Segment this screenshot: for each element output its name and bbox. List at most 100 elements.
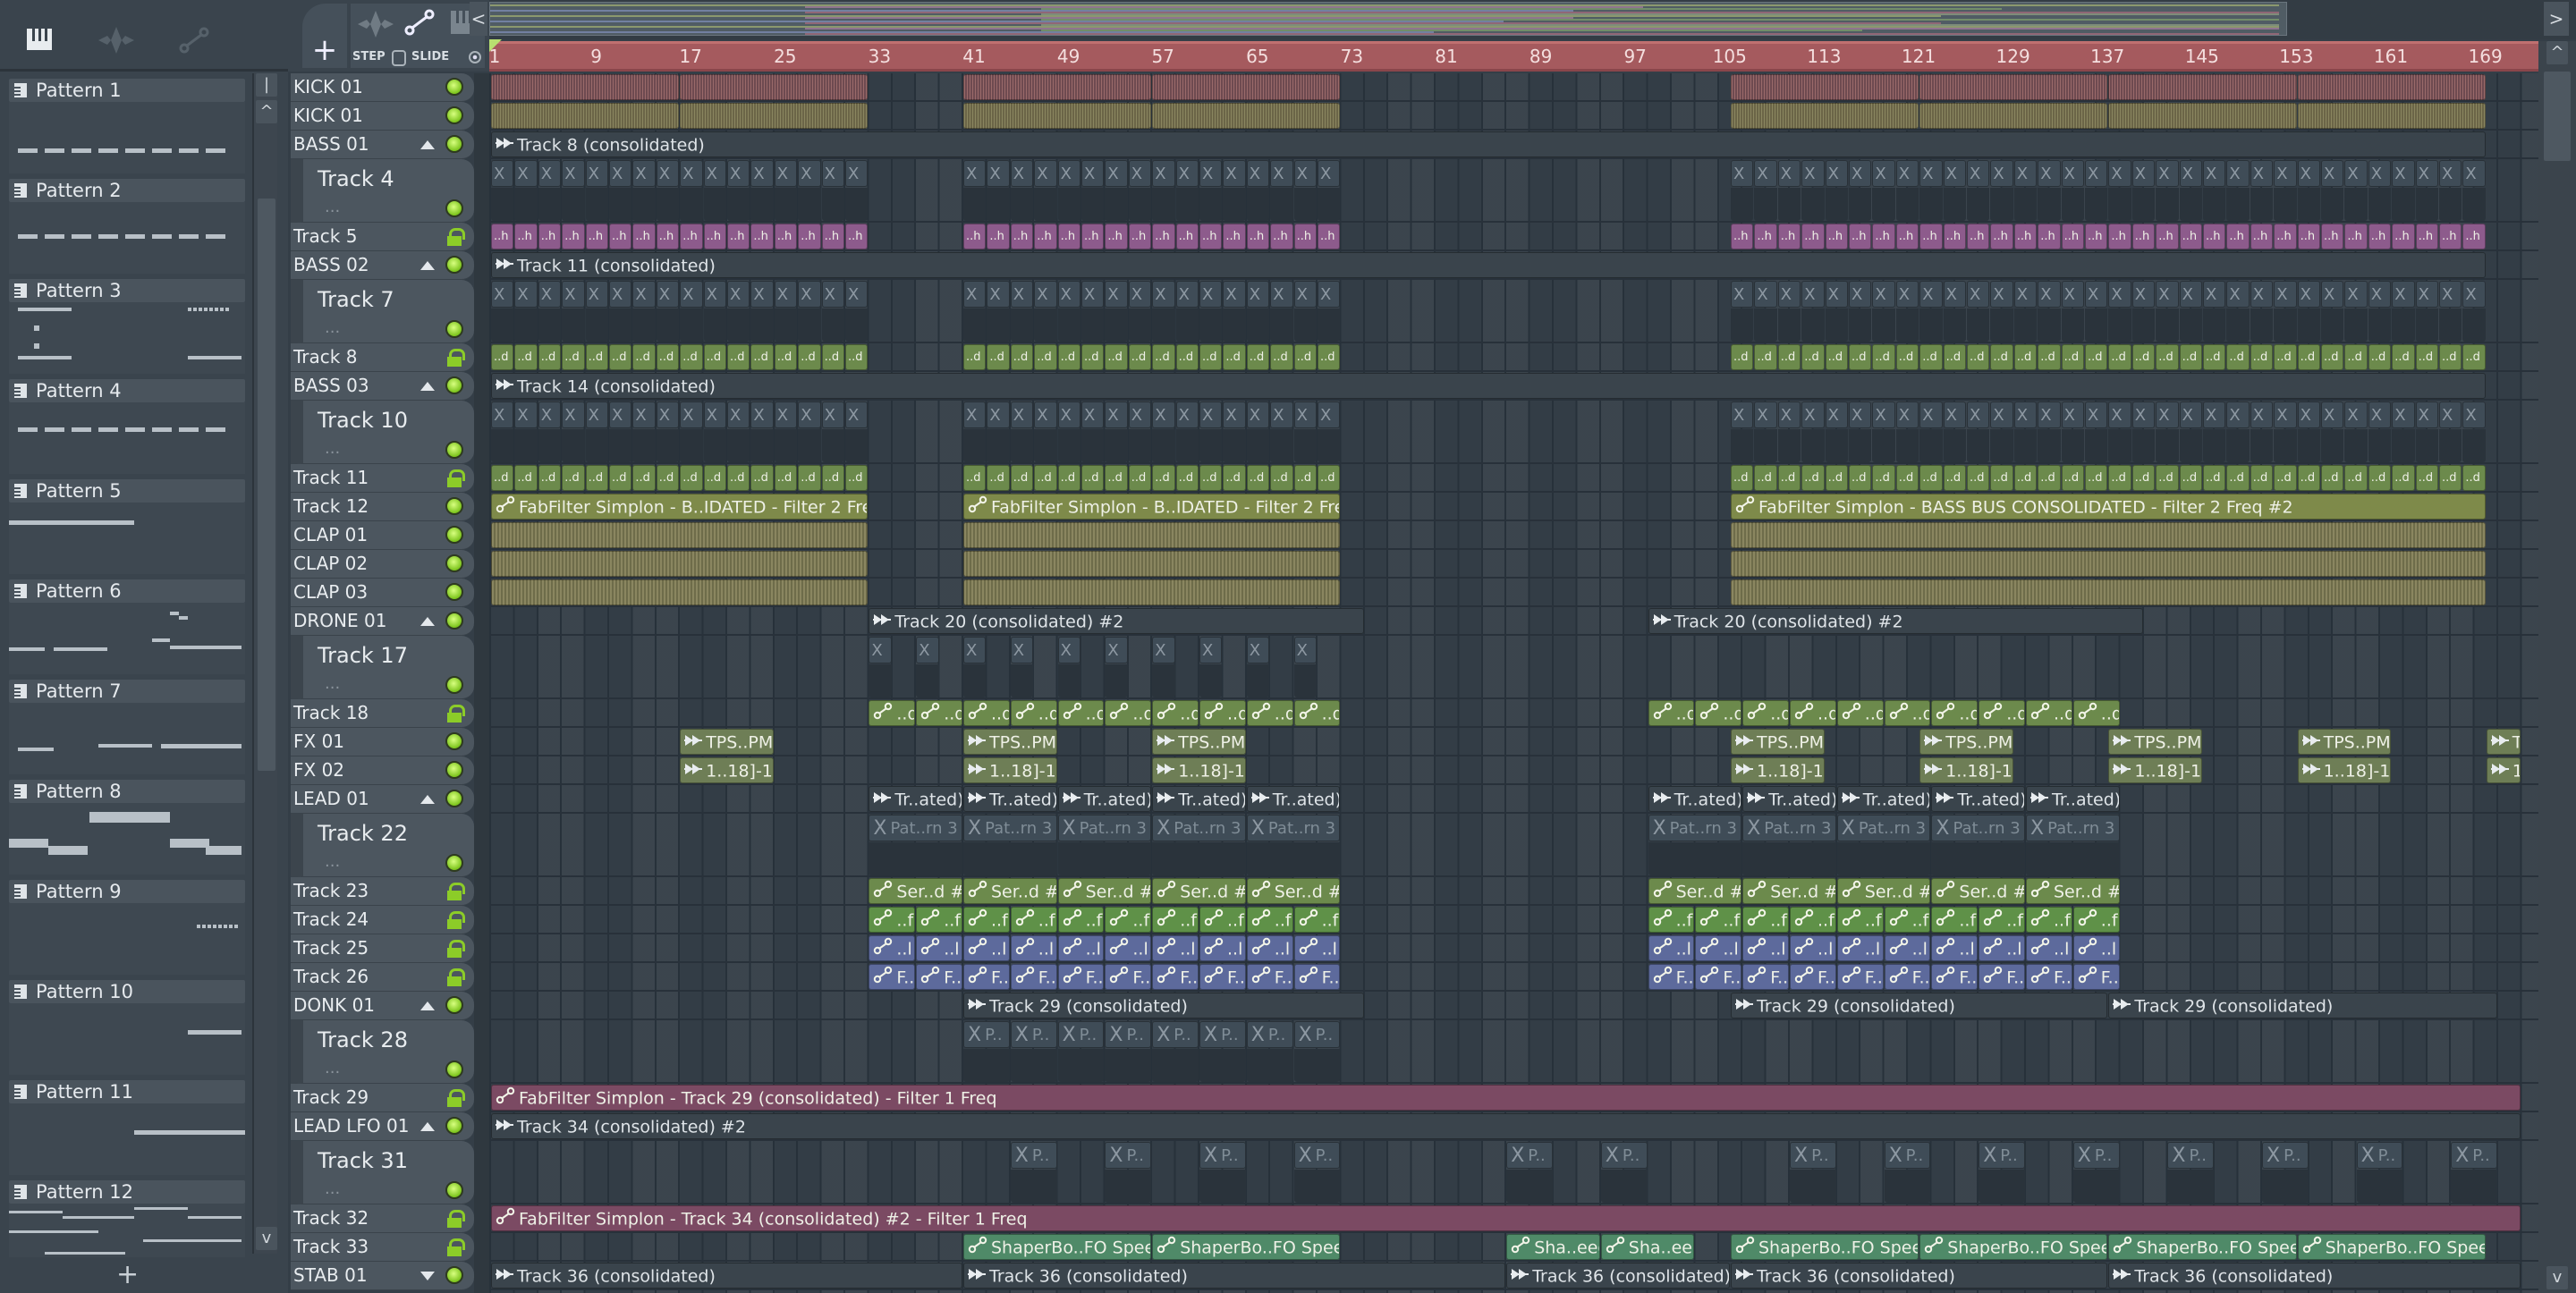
- automation-clip[interactable]: ..d: [1943, 465, 1966, 491]
- pattern-item[interactable]: Pattern 9: [5, 876, 249, 976]
- pattern-clip[interactable]: X: [1010, 281, 1034, 308]
- pattern-clip[interactable]: X: [1825, 160, 1848, 187]
- automation-clip[interactable]: ..d: [1175, 344, 1199, 370]
- track-enable-toggle[interactable]: [445, 1117, 463, 1135]
- pattern-clip[interactable]: X: [1270, 281, 1293, 308]
- pattern-header[interactable]: Pattern 10: [9, 980, 245, 1003]
- pattern-clip[interactable]: X: [2321, 160, 2344, 187]
- automation-clip[interactable]: ..h: [1895, 224, 1919, 249]
- audio-clip[interactable]: Track 36 (consolidated): [963, 1263, 1506, 1289]
- pattern-clip[interactable]: X: [680, 160, 703, 187]
- automation-clip[interactable]: ..d: [1152, 700, 1199, 726]
- pattern-clip[interactable]: X: [2203, 401, 2226, 428]
- pattern-clip[interactable]: X P..: [1152, 1021, 1199, 1048]
- timeline-ruler[interactable]: 1 9 17 25 33 41 49 57 65 73 81 89 97 105 113 121 129 137 1…: [489, 41, 2538, 72]
- pattern-clip[interactable]: X: [1081, 281, 1105, 308]
- pattern-clip[interactable]: X: [703, 160, 726, 187]
- pattern-clip[interactable]: X: [1057, 637, 1080, 663]
- automation-clip[interactable]: ..d: [1943, 344, 1966, 370]
- automation-clip[interactable]: 1..18]-1: [963, 757, 1057, 783]
- pattern-clip[interactable]: X: [2156, 401, 2179, 428]
- automation-clip[interactable]: TPS..PM): [2108, 729, 2202, 755]
- automation-clip[interactable]: ..d: [2038, 344, 2061, 370]
- pattern-clip[interactable]: X: [1990, 160, 2013, 187]
- scroll-thumb[interactable]: [2544, 72, 2571, 161]
- track-header[interactable]: Track 12: [291, 493, 474, 521]
- automation-clip[interactable]: ..d: [632, 465, 656, 491]
- automation-clip[interactable]: ..d: [1105, 700, 1152, 726]
- pattern-clip[interactable]: X: [2108, 160, 2131, 187]
- automation-clip[interactable]: ..d: [2368, 344, 2392, 370]
- automation-clip[interactable]: ..h: [538, 224, 562, 249]
- automation-clip[interactable]: Sha..eed: [1600, 1234, 1695, 1260]
- pattern-clip[interactable]: X: [1081, 160, 1105, 187]
- automation-clip[interactable]: ..d: [2026, 700, 2072, 726]
- pattern-clip[interactable]: X: [2344, 281, 2368, 308]
- pattern-clip[interactable]: X: [750, 160, 774, 187]
- audio-clip[interactable]: Track 36 (consolidated): [1731, 1263, 2108, 1289]
- pattern-clip[interactable]: X: [1895, 281, 1919, 308]
- automation-clip[interactable]: F..: [1742, 964, 1789, 990]
- automation-clip[interactable]: ..d: [1318, 465, 1341, 491]
- pattern-clip[interactable]: X: [1152, 160, 1175, 187]
- automation-clip[interactable]: ..h: [1293, 224, 1317, 249]
- pattern-clip[interactable]: X P..: [2262, 1142, 2309, 1169]
- pattern-clip[interactable]: X: [2085, 281, 2108, 308]
- automation-clip[interactable]: F..: [916, 964, 962, 990]
- automation-clip[interactable]: ..h: [2250, 224, 2274, 249]
- automation-clip[interactable]: ..d: [680, 465, 703, 491]
- track-header[interactable]: Track 17...: [291, 636, 474, 699]
- automation-clip[interactable]: ..d: [1010, 700, 1057, 726]
- automation-clip[interactable]: ..f: [1695, 907, 1742, 933]
- track-header[interactable]: CLAP 01: [291, 521, 474, 550]
- pattern-clip[interactable]: X: [2392, 160, 2415, 187]
- automation-clip[interactable]: ..h: [514, 224, 538, 249]
- add-track-button[interactable]: +: [302, 4, 347, 68]
- automation-clip[interactable]: ..d: [2226, 465, 2250, 491]
- automation-clip[interactable]: ..h: [1872, 224, 1895, 249]
- automation-clip[interactable]: ..l: [1884, 935, 1931, 961]
- automation-clip[interactable]: ..f: [1790, 907, 1836, 933]
- pattern-clip[interactable]: X: [821, 401, 844, 428]
- pattern-clip[interactable]: X: [916, 637, 939, 663]
- automation-clip[interactable]: ..d: [987, 465, 1010, 491]
- pattern-clip[interactable]: X: [2156, 281, 2179, 308]
- automation-clip[interactable]: ..h: [1010, 224, 1034, 249]
- pattern-clip[interactable]: X: [845, 401, 869, 428]
- automation-clip[interactable]: F..: [1648, 964, 1695, 990]
- automation-clip[interactable]: ..f: [1152, 907, 1199, 933]
- pattern-clip[interactable]: X: [1175, 160, 1199, 187]
- automation-clip[interactable]: Ser..d #2: [1931, 878, 2025, 904]
- automation-clip[interactable]: ..h: [2344, 224, 2368, 249]
- automation-clip[interactable]: ..h: [562, 224, 585, 249]
- pattern-clip[interactable]: X: [1246, 637, 1270, 663]
- pattern-clip[interactable]: X Pat..rn 3: [869, 815, 962, 841]
- automation-clip[interactable]: ..d: [703, 465, 726, 491]
- track-header[interactable]: LEAD 01: [291, 785, 474, 814]
- pattern-clip[interactable]: X: [987, 160, 1010, 187]
- audio-clip[interactable]: [491, 103, 680, 129]
- pattern-clip[interactable]: X P..: [2356, 1142, 2403, 1169]
- automation-clip[interactable]: 1..18]-1: [1731, 757, 1825, 783]
- pattern-clip[interactable]: X: [2179, 401, 2202, 428]
- pattern-clip[interactable]: X: [2203, 160, 2226, 187]
- pattern-clip[interactable]: X: [2439, 401, 2462, 428]
- audio-clip[interactable]: Tr..ated): [1152, 786, 1246, 812]
- audio-clip[interactable]: [2297, 103, 2486, 129]
- pattern-clip[interactable]: X: [1731, 401, 1754, 428]
- pattern-clip[interactable]: X: [2297, 401, 2320, 428]
- track-enable-toggle[interactable]: [445, 376, 463, 394]
- track-header[interactable]: LEAD LFO 01: [291, 1112, 474, 1141]
- track-lane[interactable]: [489, 963, 2538, 992]
- pattern-clip[interactable]: X: [656, 160, 680, 187]
- pattern-clip[interactable]: X: [750, 401, 774, 428]
- pattern-clip[interactable]: X: [538, 281, 562, 308]
- pattern-clip[interactable]: X: [1943, 281, 1966, 308]
- pattern-clip[interactable]: X P..: [1010, 1142, 1057, 1169]
- pattern-item[interactable]: Pattern 8: [5, 776, 249, 876]
- automation-clip[interactable]: ..f: [2072, 907, 2120, 933]
- pattern-clip[interactable]: X: [2156, 160, 2179, 187]
- pattern-clip[interactable]: X Pat..rn 3: [2026, 815, 2120, 841]
- automation-clip[interactable]: ..f: [1884, 907, 1931, 933]
- pattern-clip[interactable]: X: [1919, 401, 1943, 428]
